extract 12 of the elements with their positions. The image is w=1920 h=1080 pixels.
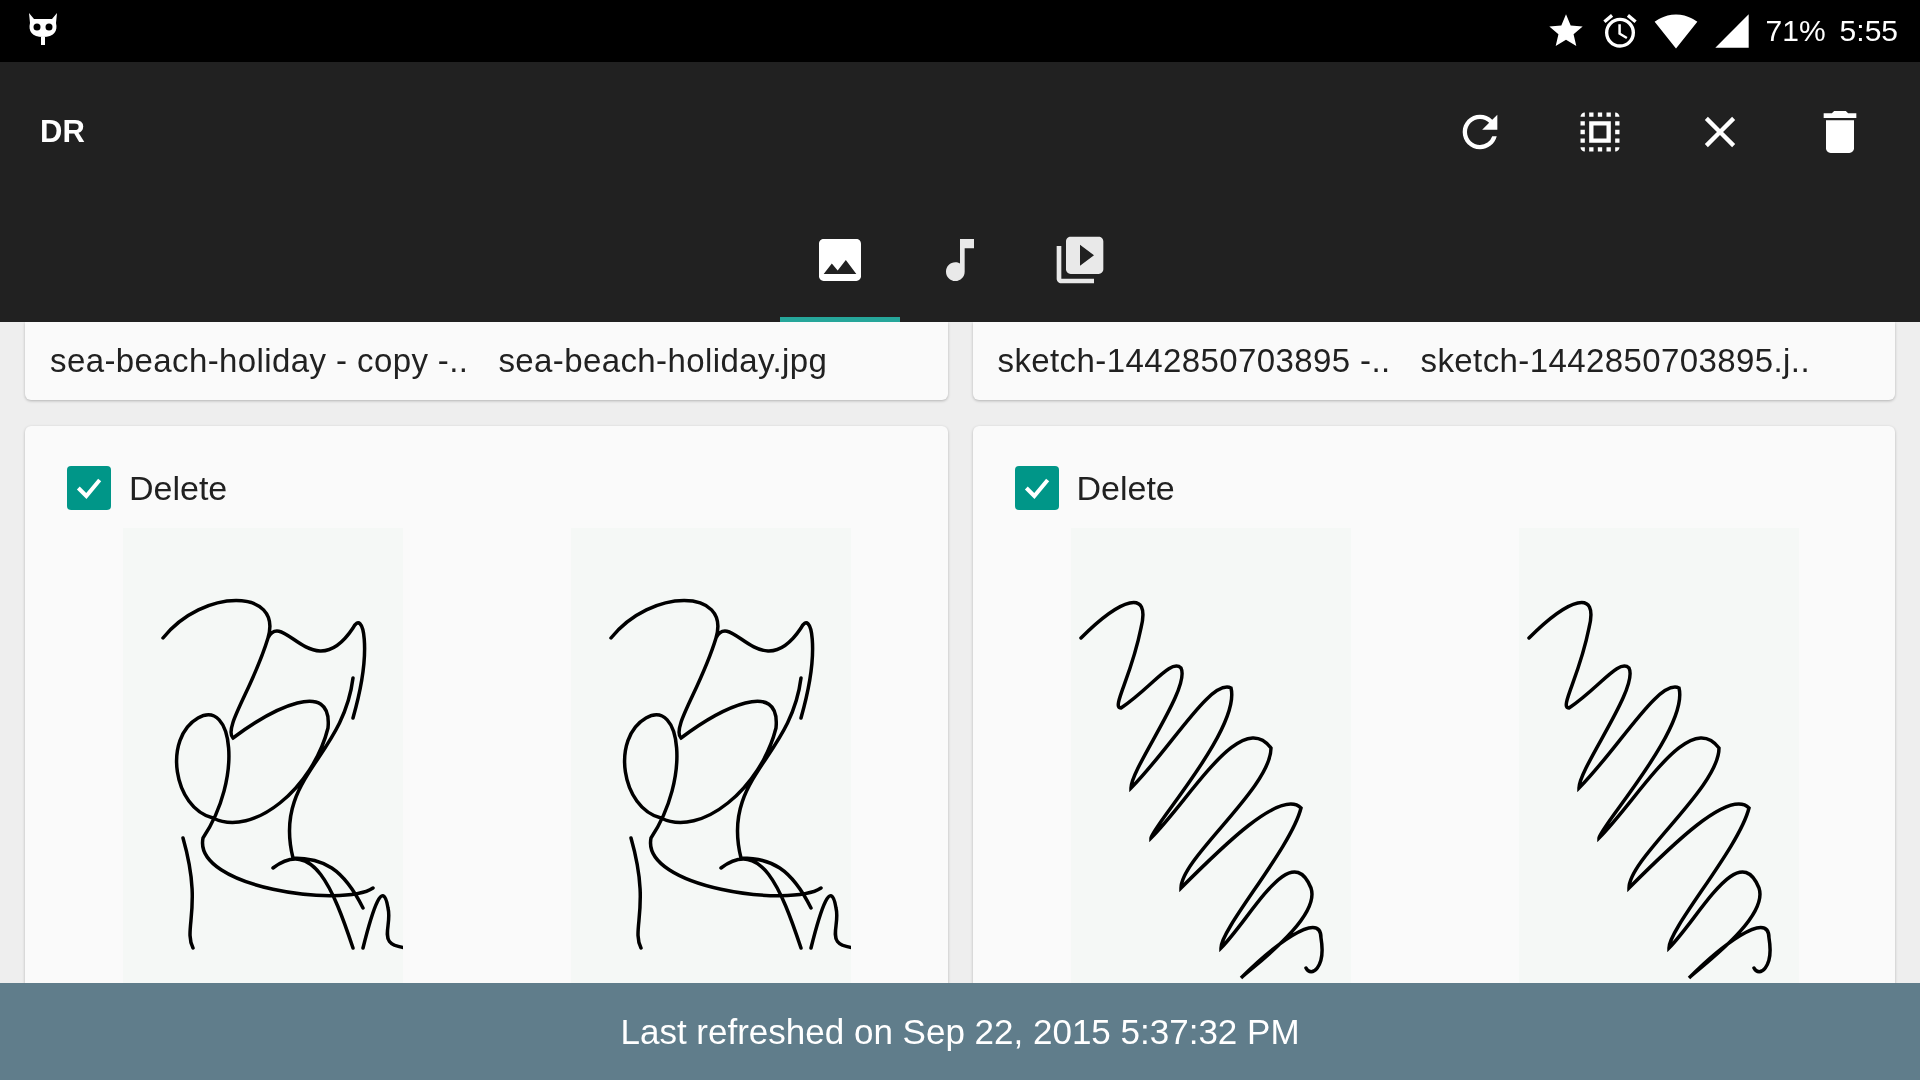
app-title: DR	[40, 114, 85, 150]
file-name: sea-beach-holiday.jpg	[498, 342, 828, 380]
checkbox-label: Delete	[129, 468, 228, 508]
battery-percentage: 71%	[1765, 14, 1826, 48]
delete-checkbox[interactable]	[1014, 466, 1059, 510]
delete-checkbox[interactable]	[67, 466, 111, 510]
checkbox-label: Delete	[1076, 468, 1175, 508]
snackbar-message: Last refreshed on Sep 22, 2015 5:37:32 PM	[620, 1011, 1300, 1052]
clock-time: 5:55	[1839, 14, 1898, 48]
file-name: sea-beach-holiday - copy -..	[50, 342, 469, 380]
file-name: sketch-1442850703895.j..	[1420, 342, 1810, 380]
file-name: sketch-1442850703895 -..	[997, 342, 1391, 380]
